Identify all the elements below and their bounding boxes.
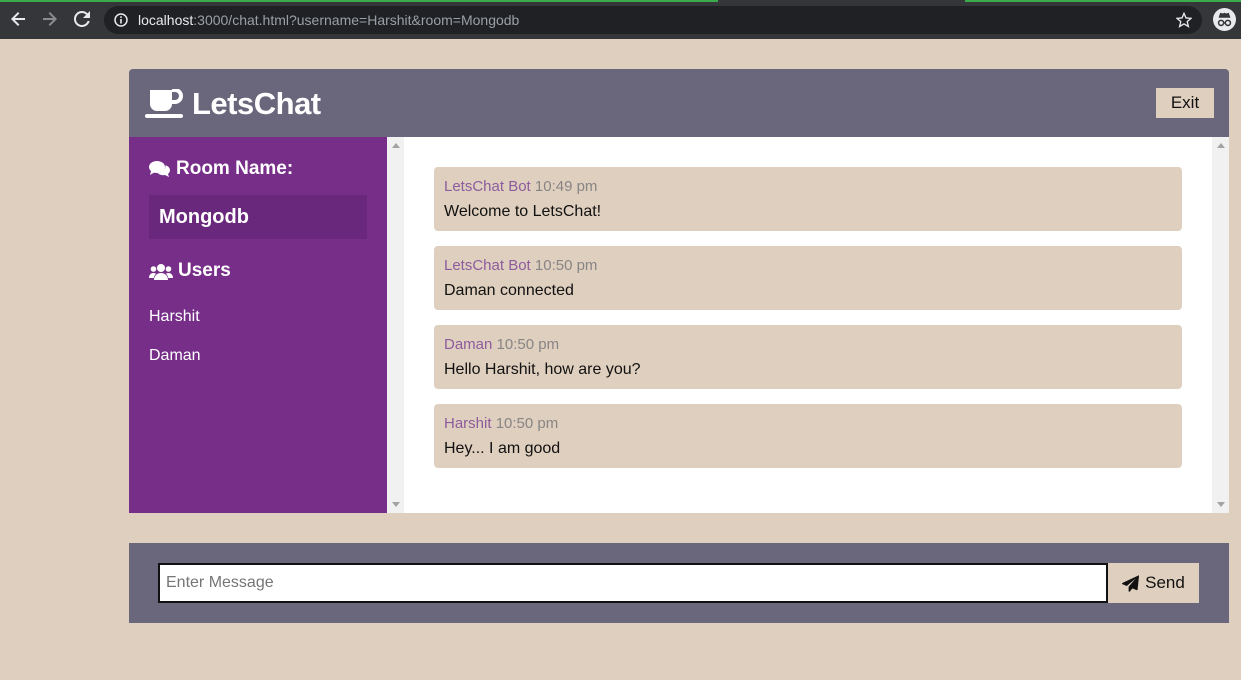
room-name: Mongodb bbox=[149, 195, 367, 239]
users-heading: Users bbox=[149, 260, 231, 282]
message-author: Harshit bbox=[444, 415, 492, 432]
user-list-item: Harshit bbox=[149, 308, 200, 325]
chat-scrollbar[interactable] bbox=[1212, 137, 1229, 513]
incognito-icon[interactable] bbox=[1213, 8, 1236, 31]
message-author: Daman bbox=[444, 336, 493, 353]
forward-button[interactable] bbox=[39, 8, 61, 30]
chat-form-container: Send bbox=[129, 543, 1229, 623]
user-list-item: Daman bbox=[149, 347, 201, 364]
paper-plane-icon bbox=[1122, 574, 1140, 592]
chat-message: Daman 10:50 pm Hello Harshit, how are yo… bbox=[434, 325, 1182, 389]
chat-message: LetsChat Bot 10:50 pm Daman connected bbox=[434, 246, 1182, 310]
message-meta: Daman 10:50 pm bbox=[444, 336, 1172, 353]
send-button-label: Send bbox=[1145, 573, 1185, 592]
message-time: 10:50 pm bbox=[534, 257, 598, 274]
info-icon[interactable] bbox=[114, 13, 128, 27]
message-text: Daman connected bbox=[444, 282, 574, 299]
users-heading-label: Users bbox=[178, 260, 231, 281]
bookmark-star-icon[interactable] bbox=[1175, 11, 1193, 28]
arrow-right-icon bbox=[43, 12, 57, 26]
scroll-up-arrow-icon[interactable] bbox=[392, 143, 400, 148]
reload-icon bbox=[74, 11, 90, 27]
room-heading-label: Room Name: bbox=[176, 158, 294, 179]
back-button[interactable] bbox=[7, 8, 29, 30]
app-logo: LetsChat bbox=[145, 86, 321, 122]
chat-message: Harshit 10:50 pm Hey... I am good bbox=[434, 404, 1182, 468]
chat-messages: LetsChat Bot 10:49 pm Welcome to LetsCha… bbox=[404, 137, 1212, 513]
users-icon bbox=[149, 263, 173, 280]
coffee-cup-icon bbox=[145, 89, 183, 118]
address-bar[interactable]: localhost:3000/chat.html?username=Harshi… bbox=[104, 6, 1202, 34]
message-meta: LetsChat Bot 10:50 pm bbox=[444, 257, 1172, 274]
message-text: Hey... I am good bbox=[444, 440, 561, 457]
chat-sidebar: Room Name: Mongodb Users Harshit Daman bbox=[129, 137, 387, 513]
app-title: LetsChat bbox=[192, 86, 321, 121]
message-meta: Harshit 10:50 pm bbox=[444, 415, 1172, 432]
room-heading: Room Name: bbox=[149, 158, 293, 180]
exit-button[interactable]: Exit bbox=[1156, 88, 1214, 118]
scroll-down-arrow-icon[interactable] bbox=[392, 502, 400, 507]
url-path: :3000/chat.html?username=Harshit&room=Mo… bbox=[193, 12, 520, 28]
message-author: LetsChat Bot bbox=[444, 178, 531, 195]
message-text: Hello Harshit, how are you? bbox=[444, 361, 641, 378]
chat-header: LetsChat Exit bbox=[129, 69, 1229, 137]
message-meta: LetsChat Bot 10:49 pm bbox=[444, 178, 1172, 195]
send-button[interactable]: Send bbox=[1108, 563, 1199, 603]
arrow-left-icon bbox=[11, 12, 25, 26]
scroll-up-arrow-icon[interactable] bbox=[1217, 143, 1225, 148]
message-text: Welcome to LetsChat! bbox=[444, 203, 602, 220]
message-input[interactable] bbox=[158, 563, 1108, 603]
message-time: 10:50 pm bbox=[496, 336, 560, 353]
tab-indicator bbox=[965, 0, 1241, 2]
comments-icon bbox=[149, 161, 170, 177]
tab-indicator bbox=[0, 0, 718, 2]
reload-button[interactable] bbox=[71, 8, 93, 30]
browser-toolbar: localhost:3000/chat.html?username=Harshi… bbox=[0, 0, 1241, 39]
message-time: 10:50 pm bbox=[495, 415, 559, 432]
message-author: LetsChat Bot bbox=[444, 257, 531, 274]
scroll-down-arrow-icon[interactable] bbox=[1217, 502, 1225, 507]
url-text: localhost:3000/chat.html?username=Harshi… bbox=[138, 12, 519, 28]
message-time: 10:49 pm bbox=[534, 178, 598, 195]
chat-message: LetsChat Bot 10:49 pm Welcome to LetsCha… bbox=[434, 167, 1182, 231]
sidebar-scrollbar[interactable] bbox=[387, 137, 404, 513]
url-host: localhost bbox=[138, 12, 194, 28]
